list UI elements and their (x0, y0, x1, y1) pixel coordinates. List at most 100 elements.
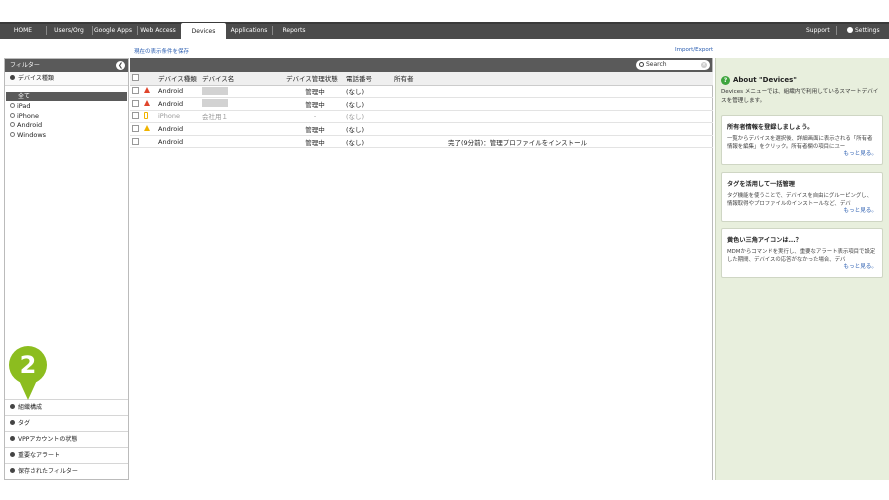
row-select-cell[interactable] (130, 110, 142, 124)
search-icon (639, 62, 644, 67)
warning-yellow-icon (144, 125, 150, 132)
row-name (200, 135, 284, 149)
row-owner (392, 135, 446, 149)
tip-card: 黄色い三角アイコンは...？ MDMからコマンドを実行し、重要なアラート表示項目… (721, 228, 883, 278)
expand-bullet-icon (10, 404, 15, 409)
read-more-link[interactable]: もっと見る。 (843, 206, 877, 214)
row-owner (392, 85, 446, 99)
settings-link[interactable]: Settings (847, 22, 880, 39)
row-type: Android (156, 122, 200, 136)
table-row[interactable]: Android 管理中 (なし) (130, 97, 713, 111)
tab-reports[interactable]: Reports (276, 22, 312, 39)
nav-top-line (0, 22, 889, 24)
select-all-cell[interactable] (130, 72, 142, 86)
row-checkbox[interactable] (132, 125, 139, 133)
tip-card-title: 黄色い三角アイコンは...？ (727, 237, 802, 244)
filter-item-label: Android (17, 121, 43, 129)
column-header-phone[interactable]: 電話番号 (344, 72, 392, 86)
help-panel: ? About "Devices" Devices メニューでは、組織内で利用して… (715, 58, 889, 480)
collapse-icon[interactable]: ❮ (116, 61, 125, 70)
nav-divider (92, 26, 93, 35)
expand-icon (10, 103, 15, 108)
column-header-device-type[interactable]: デバイス種類 (156, 72, 200, 86)
row-status: 管理中 (284, 97, 344, 111)
column-header-status[interactable]: デバイス管理状態 (284, 72, 344, 86)
help-title: ? About "Devices" (721, 76, 797, 85)
tab-home[interactable]: HOME (8, 22, 38, 39)
section-label: タグ (18, 420, 31, 427)
filter-header: フィルター ❮ (5, 59, 128, 72)
column-header-device-name[interactable]: デバイス名 (200, 72, 284, 86)
gear-icon (847, 27, 853, 33)
tab-web-access[interactable]: Web Access (140, 22, 176, 39)
device-type-list: 全て iPad iPhone Android Windows (5, 86, 128, 140)
clear-icon[interactable]: × (701, 62, 707, 68)
tip-card-title: タグを活用して一括管理 (727, 181, 795, 188)
row-checkbox[interactable] (132, 137, 139, 145)
filter-item-windows[interactable]: Windows (5, 131, 128, 141)
tab-applications[interactable]: Applications (228, 22, 270, 39)
row-select-cell[interactable] (130, 135, 142, 149)
tab-google-apps[interactable]: Google Apps (94, 22, 132, 39)
device-type-label: デバイス種類 (18, 75, 54, 82)
row-checkbox[interactable] (132, 87, 139, 95)
table-row[interactable]: Android 管理中 (なし) 完了(9分前)：管理プロファイルをインストール (130, 135, 713, 149)
help-title-text: About "Devices" (733, 76, 797, 84)
help-description: Devices メニューでは、組織内で利用しているスマートデバイスを管理します。 (721, 89, 879, 104)
warning-red-icon (144, 99, 150, 106)
tab-devices[interactable]: Devices (181, 23, 226, 40)
tag-section[interactable]: タグ (5, 415, 128, 431)
search-input[interactable]: Search × (636, 60, 710, 70)
table-row[interactable]: iPhone 会社用１ - (なし) (130, 110, 713, 124)
vpp-account-section[interactable]: VPPアカウントの状態 (5, 431, 128, 447)
org-structure-section[interactable]: 組織構成 (5, 399, 128, 415)
warning-red-icon (144, 87, 150, 94)
filter-item-android[interactable]: Android (5, 121, 128, 131)
row-owner (392, 97, 446, 111)
read-more-link[interactable]: もっと見る。 (843, 262, 877, 270)
row-alert-cell (142, 135, 156, 149)
tab-users-org[interactable]: Users/Org (50, 22, 88, 39)
row-note (446, 97, 713, 111)
row-alert-cell (142, 85, 156, 99)
device-type-section[interactable]: デバイス種類 (5, 72, 128, 86)
iphone-icon (144, 111, 148, 119)
column-header-owner[interactable]: 所有者 (392, 72, 446, 86)
row-select-cell[interactable] (130, 97, 142, 111)
import-export-link[interactable]: Import/Export (675, 47, 713, 53)
redacted-name (202, 99, 228, 108)
row-type: Android (156, 97, 200, 111)
row-name (200, 97, 284, 111)
row-type: Android (156, 135, 200, 149)
row-select-cell[interactable] (130, 122, 142, 136)
row-note (446, 85, 713, 99)
nav-divider (46, 26, 47, 35)
table-row[interactable]: Android 管理中 (なし) (130, 85, 713, 99)
row-phone: (なし) (344, 85, 392, 99)
row-select-cell[interactable] (130, 85, 142, 99)
row-alert-cell (142, 122, 156, 136)
row-note: 完了(9分前)：管理プロファイルをインストール (446, 135, 713, 149)
filter-item-label: Windows (17, 130, 47, 139)
row-checkbox[interactable] (132, 112, 139, 120)
row-owner (392, 110, 446, 124)
saved-filter-section[interactable]: 保存されたフィルター (5, 463, 128, 479)
critical-alert-section[interactable]: 重要なアラート (5, 447, 128, 463)
filter-all[interactable]: 全て (6, 92, 127, 101)
support-link[interactable]: Support (806, 22, 830, 39)
expand-bullet-icon (10, 420, 15, 425)
row-phone: (なし) (344, 97, 392, 111)
filter-item-ipad[interactable]: iPad (5, 102, 128, 112)
save-view-link[interactable]: 現在の表示条件を保存 (134, 47, 189, 55)
page-bottom-area (0, 480, 889, 500)
section-label: 重要なアラート (18, 452, 61, 459)
alert-column-header (142, 72, 156, 86)
nav-divider (272, 26, 273, 35)
expand-icon (10, 131, 15, 137)
filter-item-label: iPhone (17, 111, 39, 120)
filter-item-iphone[interactable]: iPhone (5, 112, 128, 122)
read-more-link[interactable]: もっと見る。 (843, 149, 877, 157)
table-row[interactable]: Android 管理中 (なし) (130, 122, 713, 136)
row-checkbox[interactable] (132, 99, 139, 107)
select-all-checkbox[interactable] (132, 74, 139, 82)
